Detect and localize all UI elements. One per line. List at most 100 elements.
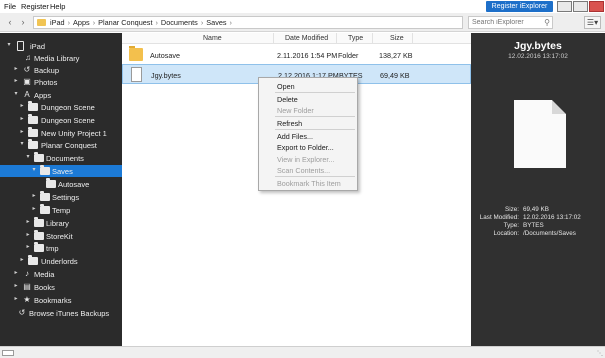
sidebar-item-storekit[interactable]: ▸ StoreKit bbox=[0, 230, 122, 242]
context-open[interactable]: Open bbox=[277, 82, 295, 91]
column-type[interactable]: Type bbox=[348, 35, 363, 42]
preview-title: Jgy.bytes bbox=[514, 40, 562, 52]
sidebar-item-planar-conquest[interactable]: ▾ Planar Conquest bbox=[0, 139, 122, 151]
collapsed-arrow-icon[interactable]: ▸ bbox=[12, 282, 20, 289]
collapsed-arrow-icon[interactable]: ▸ bbox=[12, 295, 20, 302]
search-box: ⚲ bbox=[468, 16, 553, 29]
collapsed-arrow-icon[interactable]: ▸ bbox=[24, 218, 32, 225]
search-icon[interactable]: ⚲ bbox=[544, 18, 550, 27]
context-delete[interactable]: Delete bbox=[277, 95, 298, 104]
sidebar-item-settings[interactable]: ▸ Settings bbox=[0, 191, 122, 203]
collapsed-arrow-icon[interactable]: ▸ bbox=[12, 269, 20, 276]
close-button[interactable] bbox=[589, 1, 604, 12]
table-row[interactable]: Autosave 2.11.2016 1:54 PM Folder 138,27… bbox=[122, 45, 471, 65]
folder-icon bbox=[34, 242, 44, 252]
collapsed-arrow-icon[interactable]: ▸ bbox=[24, 243, 32, 250]
file-icon bbox=[131, 67, 142, 82]
folder-icon bbox=[40, 165, 50, 175]
resize-grip-icon[interactable]: ⋱ bbox=[597, 350, 603, 357]
sidebar-item-backup[interactable]: ▸ ↺ Backup bbox=[0, 64, 122, 76]
breadcrumb-path: iPad › Apps › Planar Conquest › Documents › Save… bbox=[50, 18, 232, 27]
sidebar-item-label: tmp bbox=[46, 244, 59, 253]
collapsed-arrow-icon[interactable]: ▸ bbox=[18, 115, 26, 122]
menu-file[interactable]: File bbox=[4, 2, 16, 11]
sidebar-item-library[interactable]: ▸ Library bbox=[0, 217, 122, 229]
column-name[interactable]: Name bbox=[203, 35, 222, 42]
expanded-arrow-icon[interactable]: ▾ bbox=[24, 153, 32, 160]
panel-toggle-icon[interactable] bbox=[2, 350, 14, 356]
view-options-button[interactable]: ☰▾ bbox=[584, 16, 601, 29]
document-icon bbox=[514, 100, 566, 168]
breadcrumb-ipad[interactable]: iPad bbox=[50, 18, 65, 27]
context-refresh[interactable]: Refresh bbox=[277, 119, 302, 128]
sidebar-item-new-unity-project[interactable]: ▸ New Unity Project 1 bbox=[0, 127, 122, 139]
column-size[interactable]: Size bbox=[390, 35, 404, 42]
collapsed-arrow-icon[interactable]: ▸ bbox=[30, 205, 38, 212]
sidebar-item-browse-itunes-backups[interactable]: ↺ Browse iTunes Backups bbox=[0, 307, 122, 319]
collapsed-arrow-icon[interactable]: ▸ bbox=[18, 256, 26, 263]
file-size: 69,49 KB bbox=[380, 71, 410, 80]
sidebar-item-label: Underlords bbox=[41, 257, 78, 266]
sidebar-item-documents[interactable]: ▾ Documents bbox=[0, 152, 122, 164]
collapsed-arrow-icon[interactable]: ▸ bbox=[12, 77, 20, 84]
detail-label: Location: bbox=[493, 230, 519, 237]
folder-icon bbox=[37, 19, 46, 26]
sidebar-item-saves[interactable]: ▾ Saves bbox=[0, 165, 122, 177]
breadcrumb[interactable]: iPad › Apps › Planar Conquest › Documents › Save… bbox=[33, 16, 463, 29]
column-divider[interactable] bbox=[412, 33, 413, 44]
collapsed-arrow-icon[interactable]: ▸ bbox=[18, 128, 26, 135]
sidebar-item-books[interactable]: ▸ ▤ Books bbox=[0, 281, 122, 293]
register-button[interactable]: Register iExplorer bbox=[486, 1, 553, 12]
menu-separator bbox=[275, 116, 355, 117]
file-size: 138,27 KB bbox=[379, 51, 413, 60]
context-add-files[interactable]: Add Files... bbox=[277, 132, 313, 141]
menu-register[interactable]: Register bbox=[21, 2, 49, 11]
expanded-arrow-icon[interactable]: ▾ bbox=[18, 140, 26, 147]
detail-value: 12.02.2016 13:17:02 bbox=[523, 214, 581, 221]
column-divider[interactable] bbox=[372, 33, 373, 44]
sidebar-item-apps[interactable]: ▾ A Apps bbox=[0, 89, 122, 101]
collapsed-arrow-icon[interactable]: ▸ bbox=[18, 102, 26, 109]
collapsed-arrow-icon[interactable]: ▸ bbox=[12, 65, 20, 72]
sidebar-item-media-library[interactable]: ♫ Media Library bbox=[0, 52, 122, 64]
sidebar-item-bookmarks[interactable]: ▸ ★ Bookmarks bbox=[0, 294, 122, 306]
expanded-arrow-icon[interactable]: ▾ bbox=[12, 90, 20, 97]
back-icon[interactable]: ‹ bbox=[4, 16, 16, 29]
context-export-to-folder[interactable]: Export to Folder... bbox=[277, 143, 334, 152]
breadcrumb-documents[interactable]: Documents bbox=[161, 18, 198, 27]
preview-detail-size: Size: 69,49 KB bbox=[471, 206, 605, 214]
column-date-modified[interactable]: Date Modified bbox=[285, 35, 328, 42]
folder-icon bbox=[34, 152, 44, 162]
search-input[interactable] bbox=[469, 17, 541, 28]
collapsed-arrow-icon[interactable]: ▸ bbox=[30, 192, 38, 199]
sidebar-item-dungeon-scene[interactable]: ▸ Dungeon Scene bbox=[0, 101, 122, 113]
context-view-in-explorer: View in Explorer... bbox=[277, 155, 335, 164]
sidebar-item-media[interactable]: ▸ ♪ Media bbox=[0, 268, 122, 280]
sidebar-item-underlords[interactable]: ▸ Underlords bbox=[0, 255, 122, 267]
breadcrumb-saves[interactable]: Saves bbox=[206, 18, 226, 27]
column-divider[interactable] bbox=[336, 33, 337, 44]
collapsed-arrow-icon[interactable]: ▸ bbox=[24, 231, 32, 238]
maximize-button[interactable] bbox=[573, 1, 588, 12]
sidebar-item-dungeon-scene-2[interactable]: ▸ Dungeon Scene bbox=[0, 114, 122, 126]
sidebar-item-temp[interactable]: ▸ Temp bbox=[0, 204, 122, 216]
breadcrumb-planar-conquest[interactable]: Planar Conquest bbox=[98, 18, 152, 27]
breadcrumb-apps[interactable]: Apps bbox=[73, 18, 90, 27]
context-bookmark-item: Bookmark This Item bbox=[277, 179, 341, 188]
sidebar-item-label: Documents bbox=[46, 154, 84, 163]
sidebar-item-photos[interactable]: ▸ ▣ Photos bbox=[0, 76, 122, 88]
sidebar-item-autosave[interactable]: Autosave bbox=[0, 178, 122, 190]
minimize-button[interactable] bbox=[557, 1, 572, 12]
column-divider[interactable] bbox=[273, 33, 274, 44]
sidebar-tree: ▾ iPad ♫ Media Library ▸ ↺ Backup ▸ ▣ Ph… bbox=[0, 33, 122, 346]
expanded-arrow-icon[interactable]: ▾ bbox=[30, 166, 38, 173]
forward-icon[interactable]: › bbox=[17, 16, 29, 29]
books-icon: ▤ bbox=[23, 282, 31, 291]
sidebar-item-label: Settings bbox=[52, 193, 80, 202]
sidebar-item-ipad[interactable]: ▾ iPad bbox=[0, 40, 122, 52]
sidebar-item-tmp[interactable]: ▸ tmp bbox=[0, 242, 122, 254]
photos-icon: ▣ bbox=[23, 77, 31, 86]
sidebar-item-label: Apps bbox=[34, 91, 52, 100]
menu-help[interactable]: Help bbox=[50, 2, 65, 11]
expanded-arrow-icon[interactable]: ▾ bbox=[5, 41, 13, 48]
